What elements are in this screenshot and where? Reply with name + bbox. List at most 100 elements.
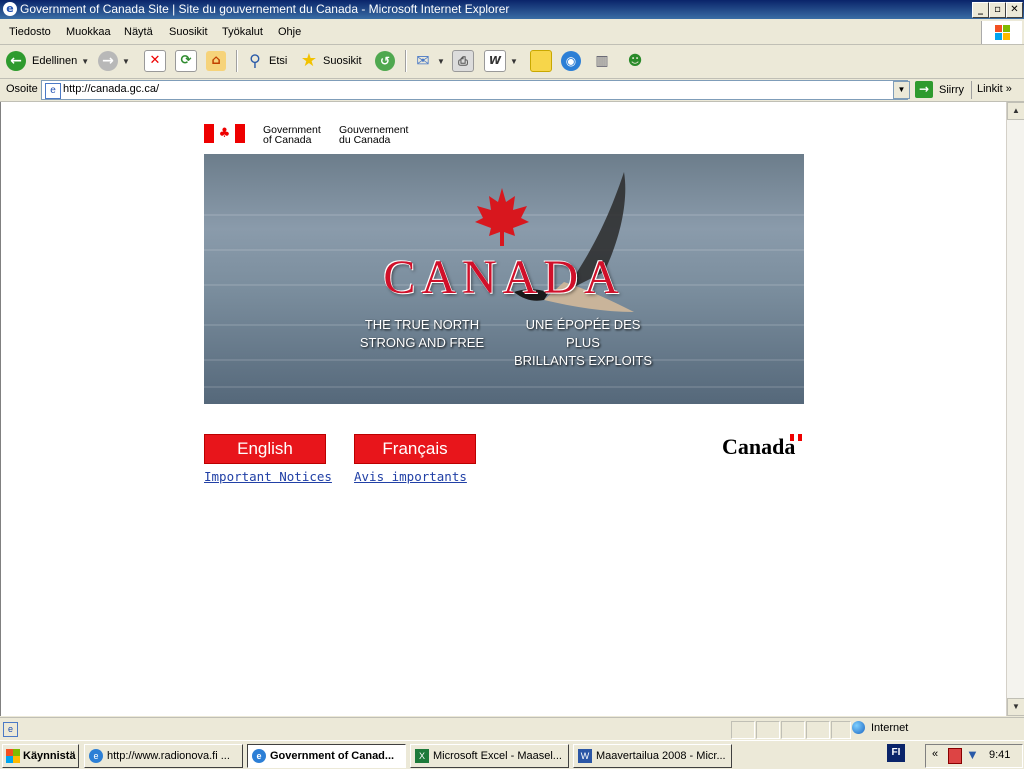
page-status-icon: e [3,722,18,737]
close-button[interactable]: ✕ [1006,2,1023,18]
back-label: Edellinen [32,55,78,67]
research-button[interactable]: ▥ [592,49,612,73]
banner-en-line1: THE TRUE NORTH [364,317,480,332]
toolbar-separator [236,50,238,72]
scroll-down-icon[interactable]: ▼ [1007,698,1024,716]
network-icon[interactable]: ▼ [966,747,979,762]
avis-importants-link[interactable]: Avis importants [354,469,467,484]
refresh-icon: ⟳ [175,50,197,72]
links-label: Linkit [977,83,1003,95]
banner-french-motto: UNE ÉPOPÉE DES PLUS BRILLANTS EXPLOITS [508,316,658,370]
status-cell [731,721,755,739]
scroll-up-icon[interactable]: ▲ [1007,102,1024,120]
notes-button[interactable] [530,49,552,73]
windows-logo-icon [6,749,20,763]
windows-logo-icon [981,21,1022,44]
menu-tools[interactable]: Työkalut [222,26,263,38]
history-button[interactable]: ↺ [375,49,395,73]
print-button[interactable]: ⎙ [452,49,474,73]
chevron-down-icon[interactable]: ▼ [81,57,89,66]
banner-english-motto: THE TRUE NORTH STRONG AND FREE [347,316,497,352]
vertical-scrollbar[interactable]: ▲ ▼ [1006,102,1024,716]
favorites-button[interactable]: ★ Suosikit [299,49,362,73]
mail-button[interactable]: ✉ ▼ [413,49,445,73]
system-tray: « ▼ 9:41 [925,744,1023,768]
menu-file[interactable]: Tiedosto [9,26,51,38]
menu-edit[interactable]: Muokkaa [66,26,111,38]
stop-button[interactable]: ✕ [144,49,166,73]
go-label: Siirry [939,83,965,96]
english-button[interactable]: English [204,434,326,464]
gov-en-line2: of Canada [263,134,312,146]
go-button[interactable]: → Siirry [915,81,964,98]
restore-button[interactable]: ▫ [989,2,1006,18]
messenger-button[interactable]: ◉ [561,49,581,73]
task-label: Maavertailua 2008 - Micr... [596,750,726,762]
chevron-down-icon[interactable]: ▼ [122,57,130,66]
status-cell [781,721,805,739]
address-input[interactable]: e http://canada.gc.ca/ [41,80,908,100]
hero-banner: CANADA THE TRUE NORTH STRONG AND FREE UN… [204,154,804,404]
banner-title: CANADA [383,251,625,304]
status-cell [806,721,830,739]
users-button[interactable]: ☻ [625,49,645,73]
french-button[interactable]: Français [354,434,476,464]
clock[interactable]: 9:41 [989,749,1010,761]
language-indicator[interactable]: FI [887,744,905,762]
important-notices-link[interactable]: Important Notices [204,469,332,484]
edit-word-button[interactable]: W ▼ [484,49,518,73]
chevron-down-icon[interactable]: ▼ [437,57,445,66]
toolbar: ← Edellinen ▼ → ▼ ✕ ⟳ ⌂ ⚲ Etsi ★ Suosiki… [0,45,1024,79]
history-icon: ↺ [375,51,395,71]
menu-bar: Tiedosto Muokkaa Näytä Suosikit Työkalut… [0,20,1024,45]
taskbar-item-word[interactable]: W Maavertailua 2008 - Micr... [573,744,732,768]
banner-fr-line2: BRILLANTS EXPLOITS [514,353,652,368]
menu-view[interactable]: Näytä [124,26,153,38]
zone-label: Internet [871,721,909,734]
back-arrow-icon: ← [6,51,26,71]
menu-help[interactable]: Ohje [278,26,301,38]
tray-app-icon[interactable] [948,748,962,764]
page-icon: e [45,83,61,99]
mail-icon: ✉ [416,51,430,70]
users-icon: ☻ [627,53,643,69]
gov-french-signature: Gouvernement du Canada [339,125,408,146]
search-button[interactable]: ⚲ Etsi [245,49,287,73]
address-bar: Osoite e http://canada.gc.ca/ ▼ → Siirry… [0,79,1024,102]
chevron-down-icon[interactable]: ▼ [510,57,518,66]
research-icon: ▥ [595,53,609,69]
task-label: http://www.radionova.fi ... [107,750,230,762]
window-title: Government of Canada Site | Site du gouv… [20,2,510,16]
start-button[interactable]: Käynnistä [2,744,79,768]
status-cell [831,721,851,739]
address-separator [971,81,972,99]
home-icon: ⌂ [206,51,226,71]
security-zone: Internet [852,721,908,734]
minimize-button[interactable]: _ [972,2,989,18]
taskbar-item-government-of-canada[interactable]: e Government of Canad... [247,744,406,768]
taskbar: Käynnistä e http://www.radionova.fi ... … [0,740,1024,769]
task-label: Microsoft Excel - Maasel... [433,750,562,762]
taskbar-item-radionova[interactable]: e http://www.radionova.fi ... [84,744,243,768]
back-button[interactable]: ← Edellinen ▼ [6,49,89,73]
toolbar-separator [405,50,407,72]
taskbar-item-excel[interactable]: X Microsoft Excel - Maasel... [410,744,569,768]
ie-icon: e [3,2,17,16]
tray-expand-icon[interactable]: « [932,748,938,760]
address-url[interactable]: http://canada.gc.ca/ [63,83,159,95]
stop-icon: ✕ [144,50,166,72]
address-dropdown-button[interactable]: ▼ [893,81,910,99]
home-button[interactable]: ⌂ [206,49,226,73]
go-arrow-icon: → [915,81,933,98]
forward-button[interactable]: → ▼ [98,49,130,73]
status-cell [756,721,780,739]
menu-favorites[interactable]: Suosikit [169,26,208,38]
favorites-label: Suosikit [323,55,362,67]
word-icon: W [484,50,506,72]
address-label: Osoite [6,83,38,95]
links-button[interactable]: Linkit » [977,83,1012,95]
word-icon: W [578,749,592,763]
excel-icon: X [415,749,429,763]
refresh-button[interactable]: ⟳ [175,49,197,73]
title-bar: e Government of Canada Site | Site du go… [0,0,1024,19]
